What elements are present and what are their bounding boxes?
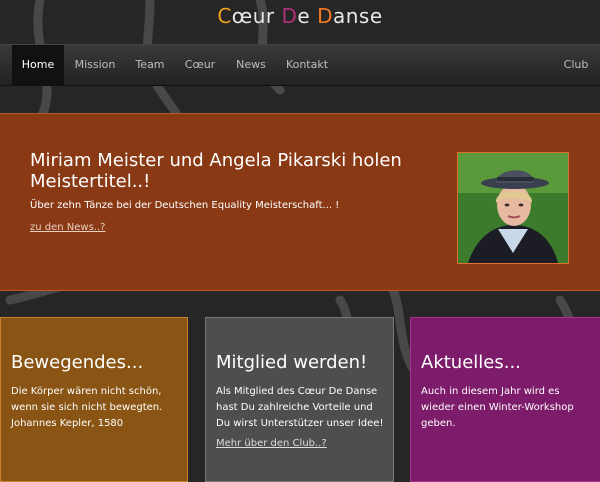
club-info-link[interactable]: Mehr über den Club..? xyxy=(216,438,327,449)
hero-news-link[interactable]: zu den News..? xyxy=(30,222,105,233)
nav-item-news[interactable]: News xyxy=(226,45,276,85)
nav-item-kontakt[interactable]: Kontakt xyxy=(278,45,336,85)
portrait-image xyxy=(457,152,569,264)
hero-subtitle: Über zehn Tänze bei der Deutschen Equali… xyxy=(30,200,340,211)
hero-banner: Miriam Meister und Angela Pikarski holen… xyxy=(0,113,600,291)
portrait-illustration xyxy=(458,153,568,263)
hero-title: Miriam Meister und Angela Pikarski holen… xyxy=(30,150,402,192)
box-text: Die Körper wären nicht schön, wenn sie s… xyxy=(11,386,163,429)
nav-item-home[interactable]: Home xyxy=(12,45,64,85)
nav-item-team[interactable]: Team xyxy=(126,45,174,85)
box-title: Mitglied werden! xyxy=(216,352,368,373)
box-text: Als Mitglied des Cœur De Danse hast Du z… xyxy=(216,386,384,429)
box-title: Bewegendes... xyxy=(11,352,144,373)
box-text: Auch in diesem Jahr wird es wieder einen… xyxy=(421,386,574,429)
nav-item-club[interactable]: Club xyxy=(552,45,600,85)
feature-box-aktuelles: Aktuelles... Auch in diesem Jahr wird es… xyxy=(410,317,600,482)
box-title: Aktuelles... xyxy=(421,352,521,373)
site-logo[interactable]: Cœur De Danse xyxy=(0,4,600,28)
feature-box-bewegendes: Bewegendes... Die Körper wären nicht sch… xyxy=(0,317,188,482)
nav-item-mission[interactable]: Mission xyxy=(66,45,124,85)
main-navigation: Home Mission Team Cœur News Kontakt Club xyxy=(0,44,600,86)
nav-item-coeur[interactable]: Cœur xyxy=(176,45,224,85)
feature-box-mitglied: Mitglied werden! Als Mitglied des Cœur D… xyxy=(205,317,394,482)
